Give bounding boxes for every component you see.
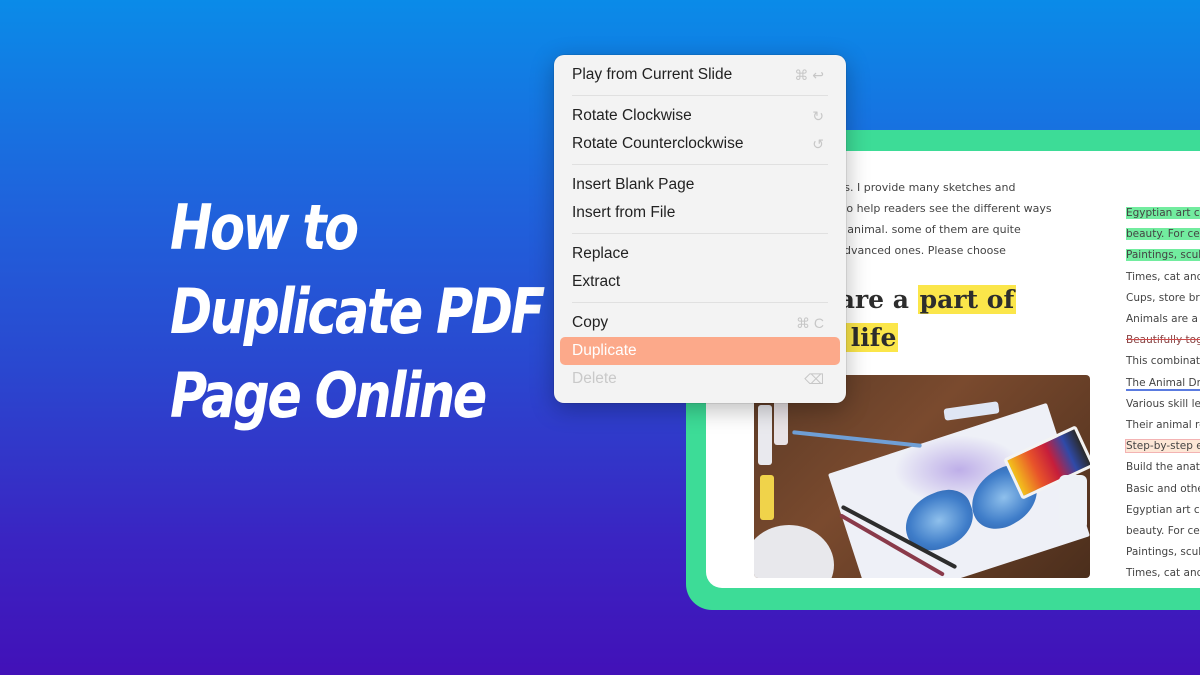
- text-line: Various skill le: [1126, 397, 1200, 410]
- menu-item-extract[interactable]: Extract: [560, 268, 840, 296]
- menu-item-label: Extract: [572, 273, 621, 290]
- photo-tube: [760, 475, 774, 520]
- menu-item-label: Delete: [572, 370, 617, 387]
- text-line: beauty. For cer: [1126, 525, 1200, 538]
- text-line: Times, cat and: [1126, 270, 1200, 283]
- annotated-line: Paintings, scul: [1126, 249, 1200, 262]
- context-menu: Play from Current Slide ⌘ ↩ Rotate Clock…: [554, 55, 846, 403]
- strikethrough-line: Beautifully tog: [1126, 334, 1200, 347]
- delete-backspace-icon: ⌫: [804, 370, 824, 387]
- menu-separator: [572, 302, 828, 303]
- photo-bottle: [1059, 475, 1087, 530]
- headline: How to Duplicate PDF Page Online: [170, 186, 545, 438]
- command-return-shortcut-icon: ⌘ ↩: [794, 66, 824, 83]
- menu-item-insert-from-file[interactable]: Insert from File: [560, 199, 840, 227]
- menu-item-label: Rotate Counterclockwise: [572, 135, 744, 152]
- photo-tube: [943, 401, 1000, 421]
- text-line: Egyptian art ce: [1126, 503, 1200, 516]
- headline-line: Page Online: [170, 359, 487, 432]
- menu-item-label: Play from Current Slide: [572, 66, 733, 83]
- text-line: Basic and othe: [1126, 482, 1200, 495]
- annotated-line: Egyptian art ce: [1126, 207, 1200, 219]
- heading-highlight: part of: [917, 285, 1017, 314]
- menu-item-label: Duplicate: [572, 342, 637, 359]
- photo-palette: [754, 525, 834, 578]
- annotated-line: beauty. For cer: [1126, 228, 1200, 241]
- headline-line: How to: [170, 191, 359, 264]
- text-line: Cups, store bra: [1126, 291, 1200, 304]
- menu-separator: [572, 233, 828, 234]
- text-line: Animals are a p: [1126, 313, 1200, 326]
- menu-item-insert-blank-page[interactable]: Insert Blank Page: [560, 171, 840, 199]
- menu-item-play-from-current-slide[interactable]: Play from Current Slide ⌘ ↩: [560, 61, 840, 89]
- annotated-line: Step-by-step ex: [1125, 439, 1200, 454]
- text-line: Build the anato: [1126, 461, 1200, 474]
- text-line: Their animal re: [1126, 419, 1200, 432]
- menu-separator: [572, 95, 828, 96]
- text-line: Paintings, scul: [1126, 546, 1200, 559]
- menu-item-label: Copy: [572, 314, 609, 331]
- text-line: This combinati: [1126, 355, 1200, 368]
- menu-item-rotate-clockwise[interactable]: Rotate Clockwise ↻: [560, 102, 840, 130]
- photo-tube: [758, 405, 772, 465]
- underlined-line: The Animal Dra: [1126, 376, 1200, 391]
- command-c-shortcut-icon: ⌘ C: [796, 314, 824, 331]
- menu-item-label: Insert Blank Page: [572, 176, 695, 193]
- menu-item-label: Insert from File: [572, 204, 676, 221]
- menu-item-copy[interactable]: Copy ⌘ C: [560, 309, 840, 337]
- text-line: Times, cat and: [1126, 567, 1200, 580]
- rotate-counterclockwise-icon: ↺: [812, 135, 824, 152]
- butterfly-photo: [754, 375, 1090, 578]
- right-text-column: Egyptian art ce beauty. For cer Painting…: [1125, 203, 1200, 585]
- menu-item-duplicate[interactable]: Duplicate: [560, 337, 840, 365]
- headline-line: Duplicate PDF: [170, 275, 545, 348]
- menu-separator: [572, 164, 828, 165]
- menu-item-delete[interactable]: Delete ⌫: [560, 365, 840, 393]
- menu-item-label: Replace: [572, 245, 629, 262]
- rotate-clockwise-icon: ↻: [812, 107, 824, 124]
- menu-item-rotate-counterclockwise[interactable]: Rotate Counterclockwise ↺: [560, 130, 840, 158]
- menu-item-replace[interactable]: Replace: [560, 240, 840, 268]
- menu-item-label: Rotate Clockwise: [572, 107, 692, 124]
